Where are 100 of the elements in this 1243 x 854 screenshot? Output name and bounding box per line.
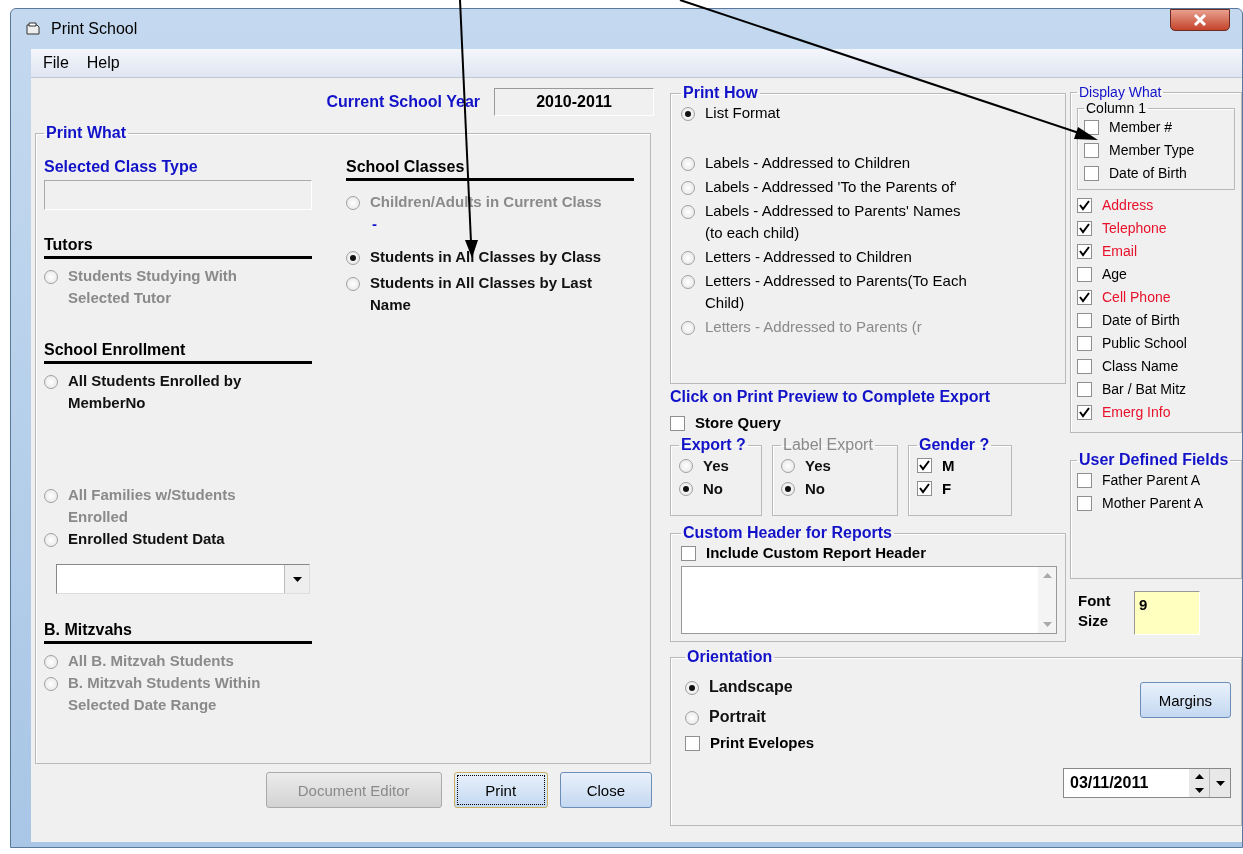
radio-button[interactable] [685,711,699,725]
radio-button[interactable] [681,157,695,171]
radio-option[interactable]: Enrolled Student Data [44,528,312,550]
checkbox-option[interactable]: F [917,477,1007,500]
radio-button[interactable] [346,277,360,291]
checkbox-option[interactable]: Telephone [1077,217,1235,240]
radio-option[interactable]: Labels - Addressed 'To the Parents of' [681,176,971,198]
checkbox-option[interactable]: Print Evelopes [685,732,815,754]
radio-option[interactable]: Landscape [685,672,815,702]
dropdown-arrow-icon [292,576,302,582]
checkbox-option[interactable]: Cell Phone [1077,286,1235,309]
radio-button[interactable] [681,251,695,265]
checkbox-option[interactable]: Mother Parent A [1077,492,1235,515]
radio-button[interactable] [679,459,693,473]
radio-option[interactable]: Students in All Classes by Last Name [346,272,634,316]
menu-item[interactable]: File [43,54,69,72]
radio-option[interactable]: All Students Enrolled by MemberNo [44,370,312,414]
checkbox[interactable] [1077,221,1092,236]
scroll-bar[interactable] [1038,567,1056,633]
dropdown-arrow-icon [1215,780,1225,786]
class-type-field[interactable] [44,180,312,210]
spinner-icon[interactable] [1189,769,1209,797]
radio-button[interactable] [44,375,58,389]
radio-button[interactable] [44,533,58,547]
group-title: Gender ? [918,436,991,454]
margins-button[interactable]: Margins [1139,682,1231,718]
checkbox[interactable] [681,546,696,561]
radio-button[interactable] [681,107,695,121]
checkbox[interactable] [1077,473,1092,488]
school-year-field: 2010-2011 [494,88,654,116]
checkbox[interactable] [1077,496,1092,511]
radio-button[interactable] [679,482,693,496]
checkbox-option[interactable]: Store Query [670,412,1066,434]
checkbox-option[interactable]: Age [1077,263,1235,286]
group-title: Column 1 [1085,100,1147,116]
radio-button[interactable] [685,681,699,695]
checkbox-option[interactable]: Address [1077,194,1235,217]
group-title: Label Export [782,436,874,454]
group-title: Print What [45,124,127,142]
checkbox[interactable] [1077,267,1092,282]
radio-option[interactable]: Yes [679,454,757,477]
radio-option[interactable]: Portrait [685,702,815,732]
checkbox-option[interactable]: Class Name [1077,355,1235,378]
checkbox[interactable] [1077,290,1092,305]
radio-option[interactable]: List Format [681,102,971,124]
radio-option[interactable]: Letters - Addressed to Parents(To Each Child) [681,270,971,314]
checkbox[interactable] [670,416,685,431]
close-button[interactable] [1170,9,1230,31]
section-heading: Tutors [44,236,312,259]
checkbox-option[interactable]: Bar / Bat Mitz [1077,378,1235,401]
group-title: Display What [1078,84,1163,100]
window-title: Print School [51,20,138,38]
checkbox[interactable] [1077,336,1092,351]
checkbox[interactable] [1077,313,1092,328]
dialog-button[interactable]: Close [559,772,652,808]
checkbox[interactable] [1077,382,1092,397]
radio-option[interactable]: Letters - Addressed to Children [681,246,971,268]
radio-button[interactable] [346,251,360,265]
checkbox-option[interactable]: Include Custom Report Header [681,542,1057,564]
dialog-button[interactable]: Print [453,772,548,808]
radio-button[interactable] [681,205,695,219]
checkbox[interactable] [1077,359,1092,374]
group-title: User Defined Fields [1078,451,1230,469]
section-heading: School Enrollment [44,341,312,364]
checkbox-option[interactable]: Date of Birth [1084,162,1228,185]
radio-option[interactable]: Labels - Addressed to Children [681,152,971,174]
group-title: Export ? [680,436,747,454]
checkbox-option[interactable]: Emerg Info [1077,401,1235,424]
radio-option[interactable]: Labels - Addressed to Parents' Names (to each child) [681,200,971,244]
checkbox-option[interactable]: Member Type [1084,139,1228,162]
group-title: Print How [682,84,759,102]
checkbox[interactable] [1084,120,1099,135]
checkbox[interactable] [1077,405,1092,420]
checkbox[interactable] [1084,166,1099,181]
checkbox[interactable] [1077,244,1092,259]
class-type-label: Selected Class Type [44,158,199,176]
checkbox-option[interactable]: Email [1077,240,1235,263]
checkbox[interactable] [1084,143,1099,158]
checkbox-option[interactable]: Father Parent A [1077,469,1235,492]
radio-button[interactable] [681,275,695,289]
dropdown-field[interactable] [56,564,310,594]
radio-button[interactable] [681,181,695,195]
checkbox[interactable] [917,481,932,496]
checkbox-option[interactable]: Member # [1084,116,1228,139]
checkbox-option[interactable]: Public School [1077,332,1235,355]
close-icon [1193,14,1207,26]
menu-item[interactable]: Help [86,54,120,72]
checkbox-option[interactable]: M [917,454,1007,477]
printer-icon [25,22,41,36]
checkbox[interactable] [1077,198,1092,213]
section-heading: School Classes [346,158,634,181]
checkbox-option[interactable]: Date of Birth [1077,309,1235,332]
header-text-area[interactable] [681,566,1057,634]
date-picker[interactable]: 03/11/2011 [1063,768,1231,798]
radio-option[interactable]: No [679,477,757,500]
font-size-field[interactable]: 9 [1134,591,1200,635]
checkbox[interactable] [917,458,932,473]
group-title: Custom Header for Reports [682,524,893,542]
export-note: Click on Print Preview to Complete Export [670,388,992,406]
checkbox[interactable] [685,736,700,751]
